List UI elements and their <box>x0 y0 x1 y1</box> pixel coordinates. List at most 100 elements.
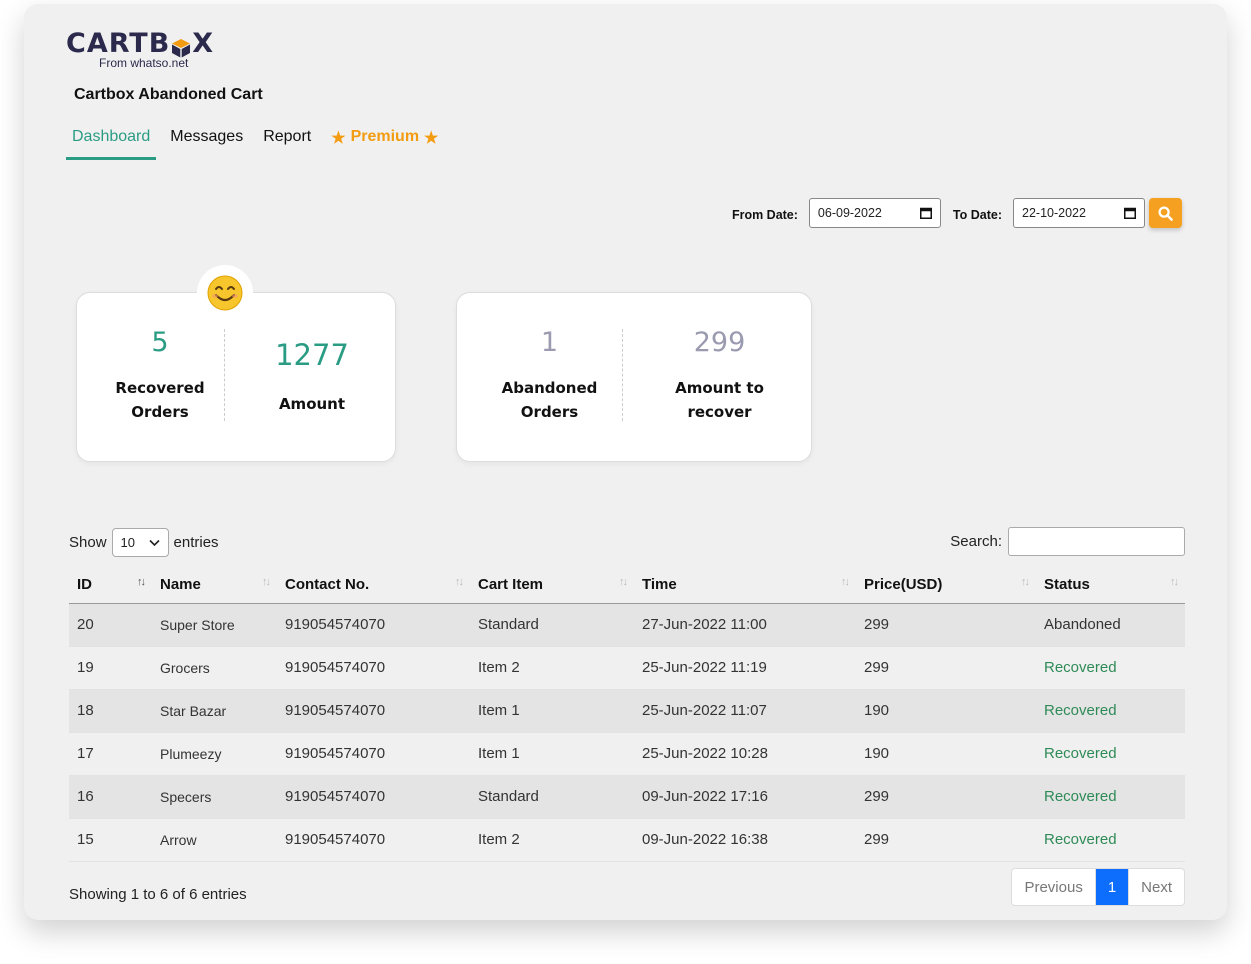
from-date-value: 06-09-2022 <box>817 206 882 220</box>
table-row: 16 Specers 919054574070 Standard 09-Jun-… <box>69 775 1185 819</box>
recovered-orders-label-line2: Orders <box>131 403 189 421</box>
sort-icon: ↑↓ <box>1170 576 1179 588</box>
tab-dashboard[interactable]: Dashboard <box>66 122 157 160</box>
smiley-emoji-icon <box>197 265 253 321</box>
column-header-cart-item[interactable]: Cart Item ↑↓ <box>470 566 634 604</box>
tab-messages[interactable]: Messages <box>164 122 249 160</box>
sort-icon: ↑↓ <box>137 576 146 588</box>
cell-time: 25-Jun-2022 11:19 <box>634 646 856 690</box>
pagination: Previous 1 Next <box>1011 868 1185 906</box>
cell-name: Super Store <box>152 603 277 647</box>
from-date-input[interactable]: 06-09-2022 <box>808 198 941 228</box>
page-1-button[interactable]: 1 <box>1094 869 1129 905</box>
card-divider <box>622 329 623 421</box>
tab-premium[interactable]: ★ Premium ★ <box>325 122 444 160</box>
cube-icon <box>171 34 191 57</box>
next-page-button[interactable]: Next <box>1128 869 1184 905</box>
app-window: CARTB X From whatso.net Cartbox Abandone… <box>24 4 1227 920</box>
cell-time: 27-Jun-2022 11:00 <box>634 603 856 647</box>
cell-id: 20 <box>69 603 152 647</box>
column-header-label: ID <box>77 575 92 593</box>
cell-status: Recovered <box>1036 646 1185 690</box>
cell-time: 09-Jun-2022 17:16 <box>634 775 856 819</box>
column-header-price[interactable]: Price(USD) ↑↓ <box>856 566 1036 604</box>
abandoned-card: 1 Abandoned Orders 299 Amount to recover <box>456 292 812 462</box>
to-date-label: To Date: <box>952 208 1002 222</box>
sort-icon: ↑↓ <box>262 576 271 588</box>
recovered-orders-stat: 5 Recovered Orders <box>97 327 223 424</box>
previous-page-button[interactable]: Previous <box>1012 869 1094 905</box>
search-icon <box>1158 205 1173 221</box>
cell-cart-item: Standard <box>470 603 634 647</box>
abandoned-orders-label-line1: Abandoned <box>501 379 598 397</box>
cell-status: Recovered <box>1036 732 1185 776</box>
table-row: 17 Plumeezy 919054574070 Item 1 25-Jun-2… <box>69 732 1185 776</box>
table-header-row: ID ↑↓ Name ↑↓ Contact No. ↑↓ Cart Item ↑↓ Ti… <box>69 566 1185 604</box>
abandoned-orders-value: 1 <box>540 327 559 358</box>
column-header-label: Name <box>160 575 201 593</box>
calendar-icon <box>919 207 932 219</box>
column-header-status[interactable]: Status ↑↓ <box>1036 566 1185 604</box>
sort-icon: ↑↓ <box>1021 576 1030 588</box>
amount-to-recover-label-line2: recover <box>687 403 752 421</box>
cell-time: 25-Jun-2022 11:07 <box>634 689 856 733</box>
column-header-label: Cart Item <box>478 575 544 593</box>
entries-length-control: Show 10 entries <box>69 528 219 557</box>
cell-id: 15 <box>69 818 152 862</box>
main-nav: Dashboard Messages Report ★ Premium ★ <box>66 122 452 162</box>
cell-time: 25-Jun-2022 10:28 <box>634 732 856 776</box>
search-label: Search: <box>950 533 1002 550</box>
table-row: 20 Super Store 919054574070 Standard 27-… <box>69 603 1185 647</box>
sort-icon: ↑↓ <box>455 576 464 588</box>
table-row: 18 Star Bazar 919054574070 Item 1 25-Jun… <box>69 689 1185 733</box>
date-filter: From Date: 06-09-2022 To Date: 22-10-202… <box>732 198 1182 228</box>
column-header-label: Time <box>642 575 677 593</box>
search-input[interactable] <box>1008 527 1185 556</box>
amount-to-recover-label: Amount to recover <box>647 376 792 424</box>
orders-table: ID ↑↓ Name ↑↓ Contact No. ↑↓ Cart Item ↑↓ Ti… <box>69 566 1185 862</box>
cell-cart-item: Item 2 <box>470 818 634 862</box>
date-search-button[interactable] <box>1149 198 1182 228</box>
star-icon: ★ <box>424 130 439 147</box>
cell-status: Recovered <box>1036 818 1185 862</box>
tab-report[interactable]: Report <box>257 122 317 160</box>
cell-price: 299 <box>856 603 1036 647</box>
amount-to-recover-value: 299 <box>693 327 746 358</box>
column-header-contact[interactable]: Contact No. ↑↓ <box>277 566 470 604</box>
card-divider <box>224 329 225 421</box>
cell-id: 19 <box>69 646 152 690</box>
cell-contact: 919054574070 <box>277 646 470 690</box>
cell-name: Grocers <box>152 646 277 690</box>
recovered-amount-stat: 1277 Amount <box>247 338 377 416</box>
chevron-down-icon <box>148 539 160 546</box>
amount-to-recover-label-line1: Amount to <box>675 379 764 397</box>
cell-cart-item: Item 1 <box>470 732 634 776</box>
calendar-icon <box>1124 207 1136 219</box>
abandoned-orders-label-line2: Orders <box>520 403 579 421</box>
cell-name: Specers <box>152 775 277 819</box>
premium-label: Premium <box>350 128 420 145</box>
cell-price: 190 <box>856 732 1036 776</box>
cell-price: 190 <box>856 689 1036 733</box>
cell-status: Recovered <box>1036 689 1185 733</box>
recovered-amount-value: 1277 <box>275 338 349 372</box>
cell-status: Abandoned <box>1036 603 1185 647</box>
column-header-name[interactable]: Name ↑↓ <box>152 566 277 604</box>
cell-status: Recovered <box>1036 775 1185 819</box>
from-date-label: From Date: <box>731 208 798 222</box>
to-date-input[interactable]: 22-10-2022 <box>1013 198 1145 228</box>
column-header-time[interactable]: Time ↑↓ <box>634 566 856 604</box>
column-header-id[interactable]: ID ↑↓ <box>69 566 152 604</box>
cartbox-logo: CARTB X From whatso.net <box>66 28 214 70</box>
star-icon: ★ <box>331 130 346 147</box>
entries-select[interactable]: 10 <box>111 528 169 557</box>
cell-contact: 919054574070 <box>277 689 470 733</box>
table-row: 19 Grocers 919054574070 Item 2 25-Jun-20… <box>69 646 1185 690</box>
sort-icon: ↑↓ <box>619 576 628 588</box>
amount-to-recover-stat: 299 Amount to recover <box>647 327 792 424</box>
cell-contact: 919054574070 <box>277 732 470 776</box>
entries-label: entries <box>173 534 219 551</box>
to-date-value: 22-10-2022 <box>1022 206 1086 220</box>
cell-cart-item: Standard <box>470 775 634 819</box>
cell-id: 17 <box>69 732 152 776</box>
